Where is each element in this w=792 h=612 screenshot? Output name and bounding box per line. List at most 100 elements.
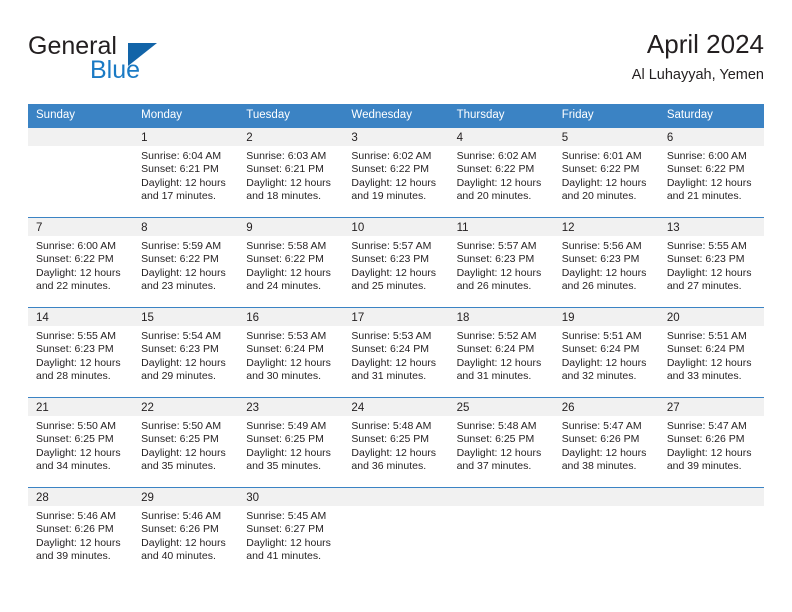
sunset-text: Sunset: 6:27 PM xyxy=(246,523,324,536)
sunrise-text: Sunrise: 6:00 AM xyxy=(666,150,747,162)
calendar-day-cell[interactable]: 26 Sunrise: 5:47 AM Sunset: 6:26 PM Dayligh… xyxy=(553,397,659,487)
calendar-day-cell[interactable]: 24 Sunrise: 5:48 AM Sunset: 6:25 PM Dayligh… xyxy=(343,397,449,487)
calendar-day-cell[interactable]: 12 Sunrise: 5:56 AM Sunset: 6:23 PM Dayligh… xyxy=(553,217,659,307)
calendar-day-cell[interactable]: 1 Sunrise: 6:04 AM Sunset: 6:21 PM Daylight… xyxy=(133,127,239,217)
calendar-day-cell[interactable]: 21 Sunrise: 5:50 AM Sunset: 6:25 PM Dayligh… xyxy=(28,397,134,487)
day-details: Sunrise: 5:51 AM Sunset: 6:24 PM Daylight:… xyxy=(554,326,659,384)
daylight-text-line2: and 18 minutes. xyxy=(246,190,321,203)
weekday-header-saturday: Saturday xyxy=(658,104,764,127)
sunset-text: Sunset: 6:22 PM xyxy=(141,253,219,266)
daylight-text-line2: and 25 minutes. xyxy=(351,280,427,293)
calendar-day-cell[interactable]: 25 Sunrise: 5:48 AM Sunset: 6:25 PM Dayligh… xyxy=(448,397,554,487)
calendar-day-cell[interactable]: 29 Sunrise: 5:46 AM Sunset: 6:26 PM Dayligh… xyxy=(133,487,239,577)
day-details: Sunrise: 6:02 AM Sunset: 6:22 PM Daylight:… xyxy=(343,146,448,204)
sunrise-text: Sunrise: 5:51 AM xyxy=(561,330,642,342)
daylight-text-line1: Daylight: 12 hours xyxy=(666,446,752,459)
calendar-day-cell[interactable]: 16 Sunrise: 5:53 AM Sunset: 6:24 PM Dayligh… xyxy=(238,307,344,397)
day-cell-content: 18 Sunrise: 5:52 AM Sunset: 6:24 PM Dayligh… xyxy=(448,307,554,397)
day-number: 17 xyxy=(343,308,449,326)
calendar-day-cell[interactable]: 6 Sunrise: 6:00 AM Sunset: 6:22 PM Daylight… xyxy=(658,127,764,217)
daylight-text-line2: and 33 minutes. xyxy=(666,370,742,383)
calendar-day-cell[interactable]: 18 Sunrise: 5:52 AM Sunset: 6:24 PM Dayligh… xyxy=(448,307,554,397)
page-subtitle: Al Luhayyah, Yemen xyxy=(631,67,764,83)
calendar-day-cell[interactable]: 7 Sunrise: 6:00 AM Sunset: 6:22 PM Daylight… xyxy=(28,217,134,307)
calendar-day-cell[interactable]: 27 Sunrise: 5:47 AM Sunset: 6:26 PM Dayligh… xyxy=(658,397,764,487)
day-cell-content: 12 Sunrise: 5:56 AM Sunset: 6:23 PM Dayligh… xyxy=(553,217,659,307)
sunset-text: Sunset: 6:25 PM xyxy=(351,433,430,446)
day-number: 30 xyxy=(238,488,344,506)
daylight-text-line1: Daylight: 12 hours xyxy=(666,176,752,189)
calendar-day-cell[interactable]: 9 Sunrise: 5:58 AM Sunset: 6:22 PM Daylight… xyxy=(238,217,344,307)
daylight-text-line1: Daylight: 12 hours xyxy=(141,176,226,189)
sunset-text: Sunset: 6:26 PM xyxy=(561,433,640,446)
daylight-text-line1: Daylight: 12 hours xyxy=(246,176,331,189)
sunrise-text: Sunrise: 5:58 AM xyxy=(246,240,327,252)
weekday-header-wednesday: Wednesday xyxy=(343,104,449,127)
sunrise-text: Sunrise: 5:46 AM xyxy=(141,510,222,522)
day-cell-empty xyxy=(28,127,134,217)
daylight-text-line2: and 28 minutes. xyxy=(36,370,111,383)
daylight-text-line2: and 31 minutes. xyxy=(351,370,427,383)
calendar-day-cell[interactable]: 19 Sunrise: 5:51 AM Sunset: 6:24 PM Dayligh… xyxy=(553,307,659,397)
daylight-text-line1: Daylight: 12 hours xyxy=(351,176,437,189)
day-number: 4 xyxy=(448,128,554,146)
calendar-day-cell[interactable]: 8 Sunrise: 5:59 AM Sunset: 6:22 PM Daylight… xyxy=(133,217,239,307)
calendar-day-cell[interactable]: 14 Sunrise: 5:55 AM Sunset: 6:23 PM Dayligh… xyxy=(28,307,134,397)
day-number: 22 xyxy=(133,398,239,416)
daylight-text-line2: and 23 minutes. xyxy=(141,280,216,293)
day-details: Sunrise: 6:01 AM Sunset: 6:22 PM Daylight:… xyxy=(554,146,659,204)
daylight-text-line1: Daylight: 12 hours xyxy=(351,356,437,369)
daylight-text-line2: and 29 minutes. xyxy=(141,370,216,383)
brand-logo[interactable]: General Blue xyxy=(28,32,218,92)
day-number: 27 xyxy=(658,398,764,416)
sunset-text: Sunset: 6:26 PM xyxy=(36,523,114,536)
daylight-text-line1: Daylight: 12 hours xyxy=(456,446,542,459)
day-number: 21 xyxy=(28,398,134,416)
sunrise-text: Sunrise: 5:45 AM xyxy=(246,510,327,522)
day-cell-content: 4 Sunrise: 6:02 AM Sunset: 6:22 PM Daylight… xyxy=(448,127,554,217)
weekday-header-tuesday: Tuesday xyxy=(238,104,344,127)
daylight-text-line1: Daylight: 12 hours xyxy=(246,266,331,279)
sunrise-text: Sunrise: 5:56 AM xyxy=(561,240,642,252)
sunrise-text: Sunrise: 5:52 AM xyxy=(456,330,537,342)
sunrise-text: Sunrise: 6:03 AM xyxy=(246,150,327,162)
daylight-text-line1: Daylight: 12 hours xyxy=(351,266,437,279)
day-cell-content: 16 Sunrise: 5:53 AM Sunset: 6:24 PM Dayligh… xyxy=(238,307,344,397)
sunset-text: Sunset: 6:21 PM xyxy=(141,163,219,176)
daylight-text-line2: and 35 minutes. xyxy=(141,460,216,473)
calendar-day-cell[interactable]: 17 Sunrise: 5:53 AM Sunset: 6:24 PM Dayligh… xyxy=(343,307,449,397)
calendar-day-cell[interactable]: 5 Sunrise: 6:01 AM Sunset: 6:22 PM Daylight… xyxy=(553,127,659,217)
daylight-text-line2: and 22 minutes. xyxy=(36,280,111,293)
day-cell-empty xyxy=(553,487,659,577)
calendar-day-cell[interactable]: 11 Sunrise: 5:57 AM Sunset: 6:23 PM Dayligh… xyxy=(448,217,554,307)
day-number: 10 xyxy=(343,218,449,236)
day-number: 1 xyxy=(133,128,239,146)
day-number: 18 xyxy=(448,308,554,326)
day-number: 26 xyxy=(553,398,659,416)
page-title: April 2024 xyxy=(646,29,764,59)
calendar-day-cell[interactable]: 13 Sunrise: 5:55 AM Sunset: 6:23 PM Dayligh… xyxy=(658,217,764,307)
daylight-text-line1: Daylight: 12 hours xyxy=(561,176,647,189)
daylight-text-line1: Daylight: 12 hours xyxy=(36,446,121,459)
calendar-day-cell[interactable]: 20 Sunrise: 5:51 AM Sunset: 6:24 PM Dayligh… xyxy=(658,307,764,397)
sunrise-text: Sunrise: 5:50 AM xyxy=(141,420,222,432)
calendar-day-cell[interactable]: 4 Sunrise: 6:02 AM Sunset: 6:22 PM Daylight… xyxy=(448,127,554,217)
day-cell-empty xyxy=(658,487,764,577)
calendar-day-cell[interactable]: 2 Sunrise: 6:03 AM Sunset: 6:21 PM Daylight… xyxy=(238,127,344,217)
sunrise-text: Sunrise: 5:46 AM xyxy=(36,510,116,522)
sunset-text: Sunset: 6:26 PM xyxy=(666,433,745,446)
day-number: 24 xyxy=(343,398,449,416)
sunset-text: Sunset: 6:25 PM xyxy=(141,433,219,446)
calendar-day-cell[interactable]: 28 Sunrise: 5:46 AM Sunset: 6:26 PM Dayligh… xyxy=(28,487,134,577)
calendar-week-row: 28 Sunrise: 5:46 AM Sunset: 6:26 PM Dayligh… xyxy=(28,487,764,577)
calendar-day-cell[interactable]: 15 Sunrise: 5:54 AM Sunset: 6:23 PM Dayligh… xyxy=(133,307,239,397)
daylight-text-line2: and 34 minutes. xyxy=(36,460,111,473)
calendar-day-cell[interactable]: 22 Sunrise: 5:50 AM Sunset: 6:25 PM Dayligh… xyxy=(133,397,239,487)
calendar-day-cell[interactable]: 30 Sunrise: 5:45 AM Sunset: 6:27 PM Dayligh… xyxy=(238,487,344,577)
day-details: Sunrise: 5:53 AM Sunset: 6:24 PM Daylight:… xyxy=(343,326,448,384)
sunrise-text: Sunrise: 5:47 AM xyxy=(666,420,747,432)
daylight-text-line2: and 20 minutes. xyxy=(456,190,532,203)
calendar-day-cell[interactable]: 23 Sunrise: 5:49 AM Sunset: 6:25 PM Dayligh… xyxy=(238,397,344,487)
calendar-day-cell[interactable]: 10 Sunrise: 5:57 AM Sunset: 6:23 PM Dayligh… xyxy=(343,217,449,307)
calendar-day-cell[interactable]: 3 Sunrise: 6:02 AM Sunset: 6:22 PM Daylight… xyxy=(343,127,449,217)
